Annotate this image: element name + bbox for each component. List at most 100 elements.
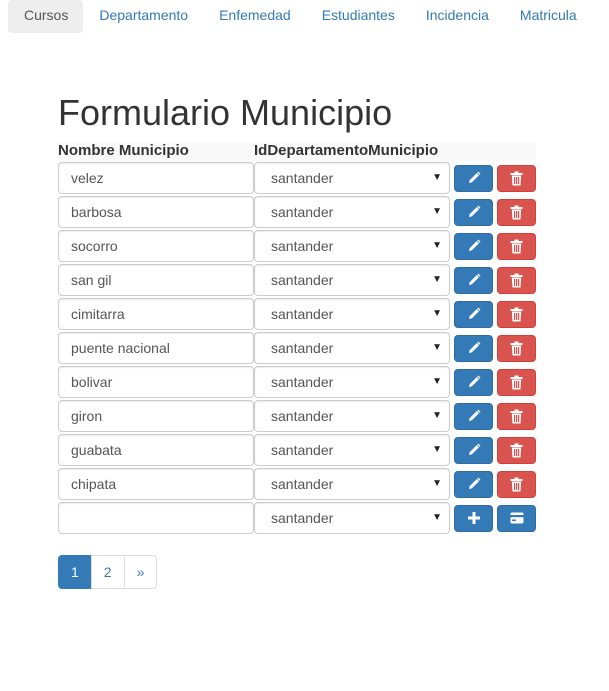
- table-row: santander ▼: [58, 161, 536, 195]
- pencil-icon: [468, 307, 480, 319]
- tab-cursos[interactable]: Cursos: [8, 0, 84, 33]
- municipio-name-input[interactable]: [58, 196, 254, 228]
- edit-button[interactable]: [454, 164, 493, 192]
- delete-button[interactable]: [497, 368, 536, 396]
- edit-button[interactable]: [454, 300, 493, 328]
- delete-button[interactable]: [497, 300, 536, 328]
- table-row: santander ▼: [58, 195, 536, 229]
- edit-button[interactable]: [454, 232, 493, 260]
- caret-down-icon: ▼: [432, 444, 442, 455]
- pencil-icon: [468, 273, 480, 285]
- edit-button[interactable]: [454, 436, 493, 464]
- pencil-icon: [468, 239, 480, 251]
- municipio-name-input[interactable]: [58, 162, 254, 194]
- trash-icon: [510, 443, 523, 457]
- departamento-select[interactable]: santander ▼: [254, 332, 450, 364]
- edit-button[interactable]: [454, 368, 493, 396]
- departamento-select[interactable]: santander ▼: [254, 434, 450, 466]
- departamento-select[interactable]: santander ▼: [254, 400, 450, 432]
- table-row: santander ▼: [58, 365, 536, 399]
- edit-button[interactable]: [454, 334, 493, 362]
- table-row: santander ▼: [58, 331, 536, 365]
- municipio-name-input[interactable]: [58, 264, 254, 296]
- tab-incidencia[interactable]: Incidencia: [410, 0, 504, 33]
- page-title: Formulario Municipio: [58, 92, 393, 133]
- departamento-select[interactable]: santander ▼: [254, 230, 450, 262]
- add-button[interactable]: [454, 504, 493, 532]
- municipio-name-input[interactable]: [58, 400, 254, 432]
- municipio-name-input[interactable]: [58, 230, 254, 262]
- departamento-value: santander: [271, 408, 334, 424]
- pencil-icon: [468, 171, 480, 183]
- pencil-icon: [468, 205, 480, 217]
- header-id-departamento: IdDepartamentoMunicipio: [254, 142, 439, 159]
- caret-down-icon: ▼: [432, 240, 442, 251]
- caret-down-icon: ▼: [432, 206, 442, 217]
- tab-matricula[interactable]: Matricula: [504, 0, 592, 33]
- edit-button[interactable]: [454, 470, 493, 498]
- departamento-value: santander: [271, 204, 334, 220]
- trash-icon: [510, 341, 523, 355]
- delete-button[interactable]: [497, 266, 536, 294]
- municipio-name-input[interactable]: [58, 366, 254, 398]
- delete-button[interactable]: [497, 334, 536, 362]
- delete-button[interactable]: [497, 198, 536, 226]
- municipio-name-input[interactable]: [58, 434, 254, 466]
- delete-button[interactable]: [497, 232, 536, 260]
- delete-button[interactable]: [497, 436, 536, 464]
- tab-enfemedad[interactable]: Enfemedad: [203, 0, 306, 33]
- page-next[interactable]: »: [123, 555, 158, 589]
- page-2[interactable]: 2: [90, 555, 125, 589]
- departamento-value: santander: [271, 340, 334, 356]
- caret-down-icon: ▼: [432, 376, 442, 387]
- tab-estudiantes[interactable]: Estudiantes: [306, 0, 410, 33]
- edit-button[interactable]: [454, 266, 493, 294]
- delete-button[interactable]: [497, 402, 536, 430]
- pencil-icon: [468, 341, 480, 353]
- departamento-select[interactable]: santander ▼: [254, 298, 450, 330]
- pencil-icon: [468, 375, 480, 387]
- edit-button[interactable]: [454, 402, 493, 430]
- municipio-name-input[interactable]: [58, 298, 254, 330]
- trash-icon: [510, 239, 523, 253]
- departamento-value: santander: [271, 442, 334, 458]
- new-row: santander ▼: [58, 501, 536, 535]
- table-row: santander ▼: [58, 467, 536, 501]
- departamento-select[interactable]: santander ▼: [254, 264, 450, 296]
- table-row: santander ▼: [58, 433, 536, 467]
- tab-departamento[interactable]: Departamento: [83, 0, 203, 33]
- new-dept-select[interactable]: santander ▼: [254, 502, 450, 534]
- trash-icon: [510, 409, 523, 423]
- plus-icon: [467, 512, 480, 524]
- new-dept-value: santander: [271, 510, 334, 526]
- save-button[interactable]: [497, 504, 536, 532]
- table-body: santander ▼ santander ▼ santander ▼ santander ▼…: [58, 161, 536, 501]
- trash-icon: [510, 273, 523, 287]
- municipio-name-input[interactable]: [58, 468, 254, 500]
- departamento-select[interactable]: santander ▼: [254, 196, 450, 228]
- departamento-value: santander: [271, 476, 334, 492]
- departamento-value: santander: [271, 374, 334, 390]
- municipio-name-input[interactable]: [58, 332, 254, 364]
- table-row: santander ▼: [58, 263, 536, 297]
- delete-button[interactable]: [497, 470, 536, 498]
- top-nav: Cursos Departamento Enfemedad Estudiante…: [8, 0, 592, 33]
- delete-button[interactable]: [497, 164, 536, 192]
- table-row: santander ▼: [58, 399, 536, 433]
- caret-down-icon: ▼: [432, 274, 442, 285]
- edit-button[interactable]: [454, 198, 493, 226]
- pencil-icon: [468, 477, 480, 489]
- departamento-value: santander: [271, 238, 334, 254]
- page-1[interactable]: 1: [58, 555, 92, 589]
- credit-card-icon: [510, 512, 523, 524]
- header-nombre-municipio: Nombre Municipio: [58, 142, 189, 159]
- departamento-select[interactable]: santander ▼: [254, 162, 450, 194]
- caret-down-icon: ▼: [432, 342, 442, 353]
- new-name-input[interactable]: [58, 502, 254, 534]
- departamento-select[interactable]: santander ▼: [254, 366, 450, 398]
- departamento-select[interactable]: santander ▼: [254, 468, 450, 500]
- trash-icon: [510, 477, 523, 491]
- municipio-table: Nombre Municipio IdDepartamentoMunicipio…: [58, 142, 536, 535]
- caret-down-icon: ▼: [432, 410, 442, 421]
- departamento-value: santander: [271, 306, 334, 322]
